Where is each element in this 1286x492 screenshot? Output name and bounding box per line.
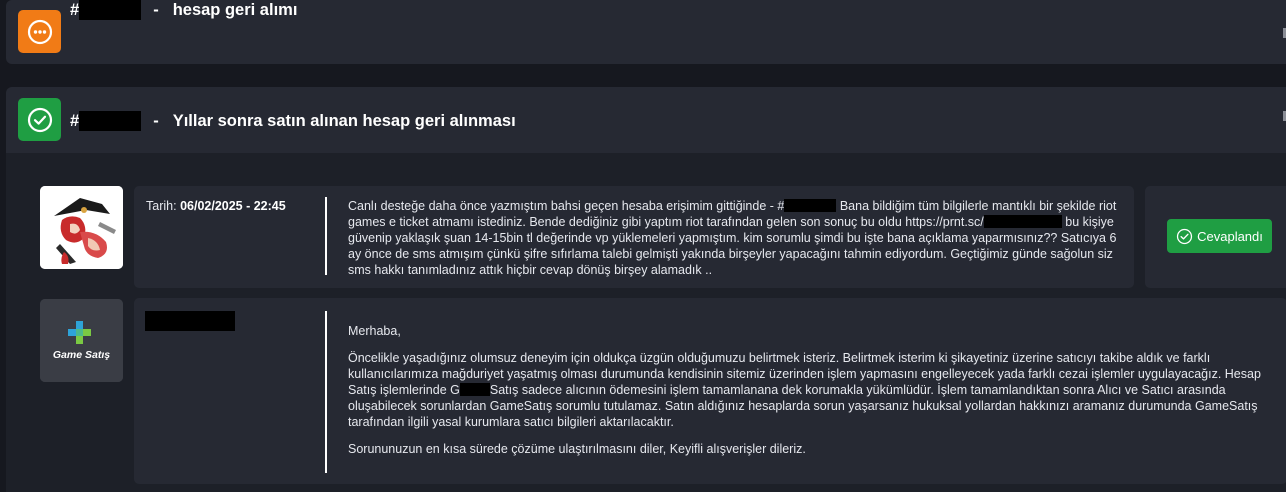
check-circle-icon [1177,228,1193,244]
user-avatar [40,186,123,269]
ticket-id: # [70,0,80,19]
ticket-subject: hesap geri alımı [172,0,298,19]
message-body: Canlı desteğe daha önce yazmıştım bahsi … [348,198,1124,278]
redacted-text [459,383,490,396]
ellipsis-circle-icon [27,19,52,44]
ticket-id: # [70,111,80,130]
support-avatar: Game Satış [40,299,123,382]
closing: Sorununuzun en kısa sürede çözüme ulaştı… [348,442,806,456]
status-panel: Cevaplandı [1145,186,1286,288]
message-support: Merhaba, Öncelikle yaşadığınız olumsuz d… [134,298,1286,484]
redacted-id [79,111,142,131]
message-user: Tarih: 06/02/2025 - 22:45 Canlı desteğe … [134,186,1134,288]
redacted-link [983,215,1062,228]
ticket-title-1[interactable]: # - hesap geri alımı [70,0,297,20]
answered-status-icon [18,98,61,141]
paragraph: Öncelikle yaşadığınız olumsuz deneyim iç… [348,350,1278,430]
pending-status-icon [18,10,61,53]
message-divider [325,197,327,275]
message-body: Merhaba, Öncelikle yaşadığınız olumsuz d… [348,323,1278,468]
logo-text: Game Satış [53,349,110,361]
title-separator: - [153,0,159,19]
message-date: Tarih: 06/02/2025 - 22:45 [146,199,286,213]
redacted-id [79,0,142,20]
greeting: Merhaba, [348,324,401,338]
redacted-text [784,199,837,212]
check-circle-icon [27,107,52,132]
ticket-subject: Yıllar sonra satın alınan hesap geri alı… [172,111,516,130]
date-label: Tarih: [146,199,177,213]
ticket-title-2[interactable]: # - Yıllar sonra satın alınan hesap geri… [70,111,516,131]
message-divider [325,311,327,473]
redacted-name [145,311,235,331]
title-separator: - [153,111,159,130]
answered-button[interactable]: Cevaplandı [1167,219,1272,253]
answered-label: Cevaplandı [1197,228,1263,244]
plus-logo-icon: Game Satış [40,299,123,382]
date-value: 06/02/2025 - 22:45 [180,199,286,213]
message-text-part: Canlı desteğe daha önce yazmıştım bahsi … [348,199,785,213]
